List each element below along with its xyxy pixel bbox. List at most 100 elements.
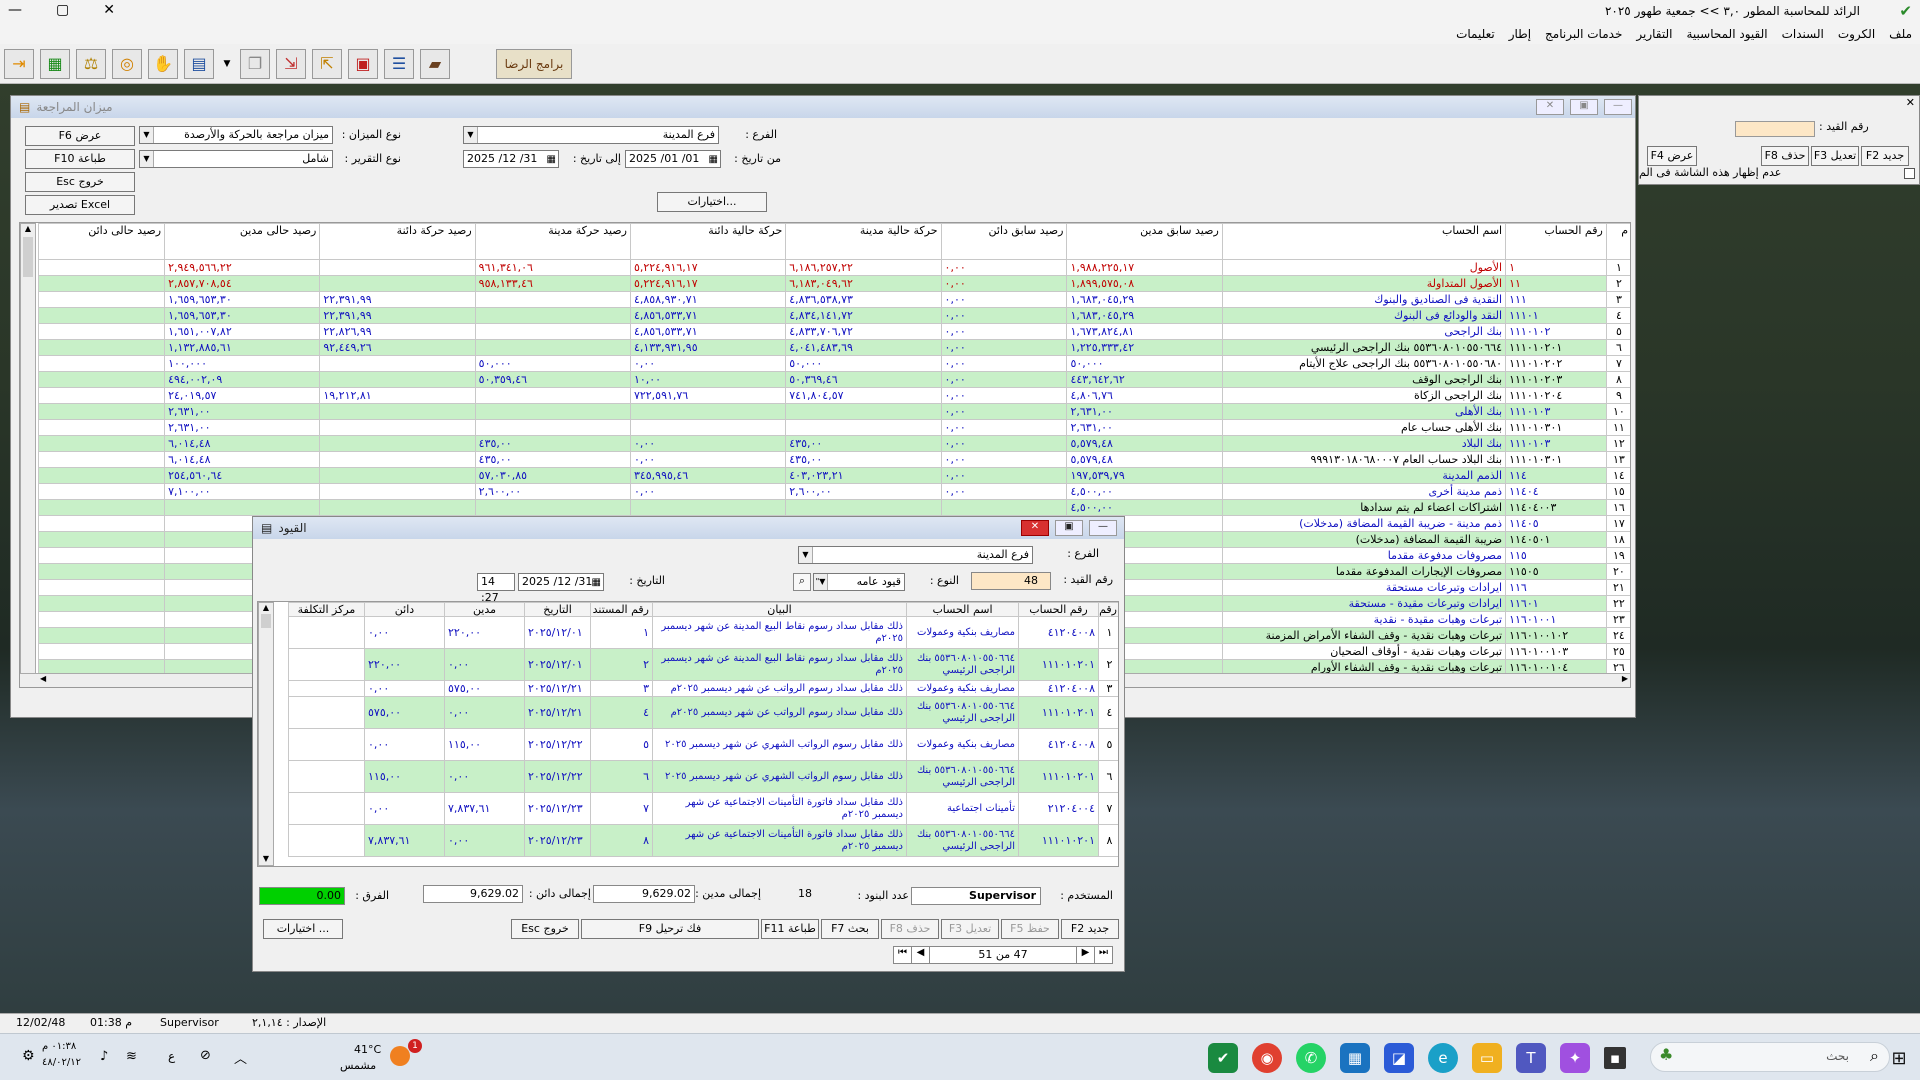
table-row[interactable]: ١١ ١١١٠١٠٣٠١ بنك الأهلى حساب عام ٢,٦٣١,٠٠ ٠,…	[37, 419, 1630, 436]
menu-cards[interactable]: الكروت	[1838, 24, 1875, 44]
save-button[interactable]: F5 حفظ	[1001, 919, 1059, 939]
credit-cell[interactable]: ٥٧٥,٠٠	[364, 696, 445, 729]
amount-cell[interactable]: ٥٧,٠٣٠,٨٥	[474, 467, 631, 484]
scroll-thumb[interactable]	[261, 614, 271, 628]
column-header[interactable]: م	[1605, 223, 1630, 260]
amount-cell[interactable]: ٠,٠٠	[940, 435, 1068, 452]
amount-cell[interactable]	[37, 307, 166, 324]
amount-cell[interactable]: ٢,٦٣١,٠٠	[1066, 403, 1223, 420]
scroll-up-icon[interactable]: ▲	[259, 603, 273, 612]
amount-cell[interactable]: ٠,٠٠	[940, 307, 1068, 324]
menu-window[interactable]: إطار	[1509, 24, 1531, 44]
new-button[interactable]: F2 جديد	[1061, 919, 1119, 939]
credit-cell[interactable]: ٠,٠٠	[364, 792, 445, 825]
table-row[interactable]: ٧ ١١١٠١٠٢٠٢ ٥٥٣٦٠٨٠١٠٥٥٠٦٨٠ بنك الراجحى عل…	[37, 355, 1630, 372]
amount-cell[interactable]: ١٩,٢١٢,٨١	[319, 387, 476, 404]
date-cell[interactable]: ٢٠٢٥/١٢/٢٣	[524, 824, 591, 857]
amount-cell[interactable]: ٠,٠٠	[940, 339, 1068, 356]
amount-cell[interactable]: ٠,٠٠	[940, 403, 1068, 420]
settings-icon[interactable]: ⚙	[22, 1048, 35, 1064]
amount-cell[interactable]	[319, 355, 476, 372]
account-number-cell[interactable]: ١١٤	[1505, 467, 1607, 484]
row-number[interactable]: ١٥	[1605, 483, 1630, 500]
amount-cell[interactable]	[37, 515, 166, 532]
amount-cell[interactable]: ٩٦١,٣٤١,٠٦	[474, 259, 631, 276]
branch-select[interactable]: فرع المدينة ▼	[463, 126, 719, 144]
row-number[interactable]: ٢٥	[1605, 643, 1630, 660]
chrome-icon[interactable]: ◉	[1252, 1043, 1282, 1073]
amount-cell[interactable]: ٠,٠٠	[940, 259, 1068, 276]
document-number-cell[interactable]: ٥	[590, 728, 653, 761]
amount-cell[interactable]: ٠,٠٠	[940, 275, 1068, 292]
child-restore-button[interactable]: ▣	[1055, 520, 1083, 536]
account-name-cell[interactable]: النقدية فى الصناديق والبنوك	[1221, 291, 1507, 308]
balance-type-select[interactable]: ميزان مراجعة بالحركة والأرصدة ▼	[139, 126, 333, 144]
debit-cell[interactable]: ٠,٠٠	[444, 648, 525, 681]
child-minimize-button[interactable]: —	[1089, 520, 1117, 536]
account-number-cell[interactable]: ١١١٠١٠٢٠١	[1505, 339, 1607, 356]
amount-cell[interactable]: ١٩٧,٥٣٩,٧٩	[1066, 467, 1223, 484]
column-header[interactable]: رقم الحساب	[1505, 223, 1607, 260]
amount-cell[interactable]	[474, 403, 631, 420]
amount-cell[interactable]: ٤٠٣,٠٢٣,٢١	[785, 467, 942, 484]
column-header[interactable]: حركة حالية دائنة	[629, 223, 787, 260]
table-row[interactable]: ٣ ٤١٢٠٤٠٠٨ مصاريف بنكية وعمولات ذلك مقابل س…	[288, 680, 1118, 697]
account-name-cell[interactable]: بنك البلاد حساب العام ٩٩٩١٣٠١٨٠٦٨٠٠٠٧	[1221, 451, 1507, 468]
amount-cell[interactable]: ٠,٠٠	[940, 323, 1068, 340]
credit-cell[interactable]: ٠,٠٠	[364, 680, 445, 697]
debit-cell[interactable]: ٢٢٠,٠٠	[444, 616, 525, 649]
debit-cell[interactable]: ٧,٨٣٧,٦١	[444, 792, 525, 825]
table-row[interactable]: ٦ ١١١٠١٠٢٠١ ٥٥٣٦٠٨٠١٠٥٥٠٦٦٤ بنك الراجحى ال…	[288, 760, 1118, 793]
amount-cell[interactable]	[37, 451, 166, 468]
account-name-cell[interactable]: ٥٥٣٦٠٨٠١٠٥٥٠٦٦٤ بنك الراجحى الرئيسي	[906, 648, 1019, 681]
account-number-cell[interactable]: ٤١٢٠٤٠٠٨	[1018, 680, 1099, 697]
amount-cell[interactable]: ١,٦٥١,٠٠٧,٨٢	[164, 323, 321, 340]
account-number-cell[interactable]: ١١٤٠٥٠١	[1505, 531, 1607, 548]
date-cell[interactable]: ٢٠٢٥/١٢/٠١	[524, 648, 591, 681]
chevron-up-icon[interactable]: ︿	[234, 1048, 247, 1067]
account-name-cell[interactable]: مصاريف بنكية وعمولات	[906, 616, 1019, 649]
document-number-cell[interactable]: ١	[590, 616, 653, 649]
row-number[interactable]: ٢	[1605, 275, 1630, 292]
account-number-cell[interactable]: ١	[1505, 259, 1607, 276]
account-number-cell[interactable]: ١١١٠١٠٢٠١	[1018, 824, 1099, 857]
row-number[interactable]: ١	[1605, 259, 1630, 276]
amount-cell[interactable]: ٢٢,٨٢٦,٩٩	[319, 323, 476, 340]
account-name-cell[interactable]: ضريبة القيمة المضافة (مدخلات)	[1221, 531, 1507, 548]
amount-cell[interactable]: ٠,٠٠	[940, 387, 1068, 404]
cost-center-cell[interactable]	[288, 696, 365, 729]
document-number-cell[interactable]: ٤	[590, 696, 653, 729]
amount-cell[interactable]: ١,٦٧٣,٨٢٤,٨١	[1066, 323, 1223, 340]
amount-cell[interactable]	[474, 387, 631, 404]
document-number-cell[interactable]: ٨	[590, 824, 653, 857]
amount-cell[interactable]	[37, 371, 166, 388]
account-name-cell[interactable]: ٥٥٣٦٠٨٠١٠٥٥٠٦٦٤ بنك الراجحى الرئيسي	[906, 760, 1019, 793]
date-cell[interactable]: ٢٠٢٥/١٢/٢٢	[524, 760, 591, 793]
menu-services[interactable]: خدمات البرنامج	[1545, 24, 1622, 44]
account-number-cell[interactable]: ١١١٠١٠٢٠١	[1018, 760, 1099, 793]
amount-cell[interactable]: ٠,٠٠	[940, 291, 1068, 308]
date-cell[interactable]: ٢٠٢٥/١٢/٢٣	[524, 792, 591, 825]
new-button[interactable]: F2 جديد	[1861, 146, 1909, 166]
account-name-cell[interactable]: بنك البلاد	[1221, 435, 1507, 452]
debit-cell[interactable]: ١١٥,٠٠	[444, 728, 525, 761]
description-cell[interactable]: ذلك مقابل سداد رسوم الرواتب عن شهر ديسمب…	[652, 696, 907, 729]
account-number-cell[interactable]: ١١٦٠١٠٠١٠٢	[1505, 627, 1607, 644]
amount-cell[interactable]: ١,٦٥٩,٦٥٣,٣٠	[164, 291, 321, 308]
amount-cell[interactable]: ٤٣٥,٠٠	[474, 451, 631, 468]
row-number[interactable]: ٢٢	[1605, 595, 1630, 612]
calendar-icon[interactable]: ▦	[709, 152, 718, 168]
account-name-cell[interactable]: بنك الأهلى حساب عام	[1221, 419, 1507, 436]
table-row[interactable]: ٥ ١١١٠١٠٢ بنك الراجحى ١,٦٧٣,٨٢٤,٨١ ٠,٠٠ ٤,٨٣٣…	[37, 323, 1630, 340]
account-number-cell[interactable]: ١١١٠١٠٣٠١	[1505, 419, 1607, 436]
column-header[interactable]: رصيد حالى دائن	[37, 223, 166, 260]
credit-cell[interactable]: ١١٥,٠٠	[364, 760, 445, 793]
book-icon[interactable]: ▰	[420, 48, 450, 79]
amount-cell[interactable]: ٦,١٨٣,٠٤٩,٦٢	[785, 275, 942, 292]
amount-cell[interactable]	[37, 355, 166, 372]
amount-cell[interactable]: ١,٩٨٨,٢٢٥,١٧	[1066, 259, 1223, 276]
amount-cell[interactable]: ٢٤,٠١٩,٥٧	[164, 387, 321, 404]
exit-icon[interactable]: ⇥	[4, 48, 34, 79]
table-row[interactable]: ١٤ ١١٤ الذمم المدينة ١٩٧,٥٣٩,٧٩ ٠,٠٠ ٤٠٣,٠٢٣,…	[37, 467, 1630, 484]
prev-record-icon[interactable]: ◀	[912, 947, 930, 963]
